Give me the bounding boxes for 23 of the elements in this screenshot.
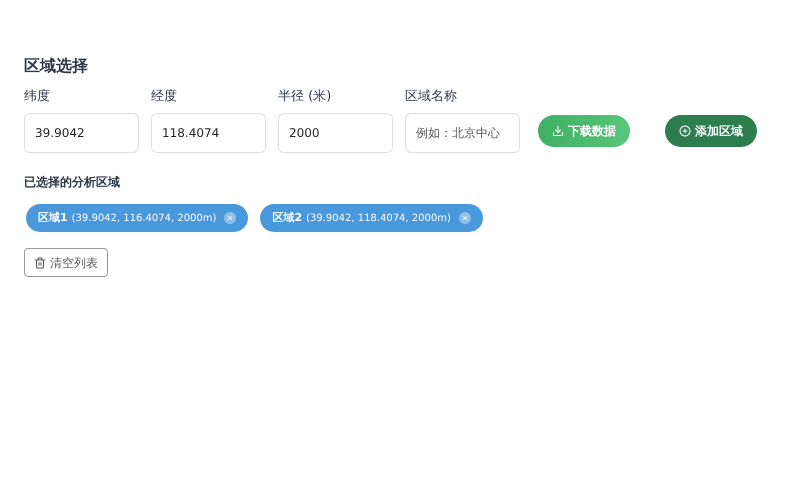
region-name: 区域1 — [38, 210, 68, 226]
download-icon — [552, 125, 564, 137]
close-icon — [460, 214, 469, 222]
close-icon — [226, 214, 234, 222]
region-detail: (39.9042, 116.4074, 2000m) — [72, 212, 216, 226]
input-field[interactable]: 2000 — [278, 113, 393, 153]
section-title: 区域选择 — [24, 55, 89, 77]
remove-button[interactable] — [224, 212, 236, 224]
remove-button[interactable] — [458, 212, 471, 224]
field-label: 半径 (米) — [278, 88, 332, 106]
subsection-title: 已选择的分析区域 — [24, 174, 120, 191]
add-button[interactable]: 添加区域 — [665, 115, 757, 147]
plus-circle-icon — [679, 125, 691, 137]
field-label: 区域名称 — [405, 88, 458, 106]
field-label: 纬度 — [24, 88, 51, 106]
region-name: 区域2 — [272, 210, 302, 226]
input-field[interactable]: 39.9042 — [24, 113, 139, 153]
field-label: 经度 — [151, 88, 178, 106]
trash-icon — [34, 256, 46, 268]
clear-button[interactable]: 清空列表 — [24, 248, 108, 277]
input-field[interactable]: 118.4074 — [151, 113, 266, 153]
input-field[interactable]: 例如：北京中心 — [405, 113, 520, 153]
region-detail: (39.9042, 118.4074, 2000m) — [306, 212, 451, 226]
